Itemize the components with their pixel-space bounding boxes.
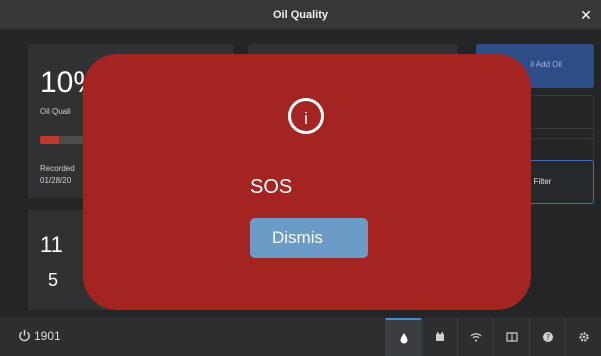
sos-dialog: i SOS Dismis bbox=[83, 54, 531, 310]
tab-manual[interactable] bbox=[493, 318, 529, 356]
fryer-icon bbox=[435, 332, 444, 341]
oil-drop-icon bbox=[400, 333, 407, 344]
manual-icon bbox=[505, 332, 518, 342]
help-icon: ? bbox=[542, 332, 553, 342]
tab-fryer[interactable] bbox=[421, 318, 457, 356]
title-bar: Oil Quality ✕ bbox=[0, 0, 601, 30]
recorded-date: 01/28/20 bbox=[40, 176, 72, 185]
wifi-icon bbox=[470, 333, 481, 342]
bottom-bar: 1901 ? bbox=[0, 318, 601, 356]
info-glyph: i bbox=[304, 109, 308, 128]
stat-value-2: 5 bbox=[48, 270, 59, 290]
bottom-tabs: ? bbox=[385, 318, 601, 356]
window-title: Oil Quality bbox=[272, 9, 328, 21]
tab-settings[interactable] bbox=[565, 318, 601, 356]
dismiss-button[interactable]: Dismis bbox=[250, 218, 368, 258]
oil-quality-label: Oil Quali bbox=[40, 107, 71, 116]
svg-text:?: ? bbox=[545, 333, 549, 342]
oil-quality-bar-fill bbox=[40, 136, 60, 144]
tab-wifi[interactable] bbox=[457, 318, 493, 356]
info-icon: i bbox=[288, 98, 324, 134]
power-icon bbox=[19, 329, 30, 342]
dialog-message: SOS bbox=[250, 176, 293, 198]
close-icon[interactable]: ✕ bbox=[578, 7, 594, 23]
settings-icon bbox=[578, 332, 589, 342]
power-status[interactable]: 1901 bbox=[18, 329, 61, 343]
add-oil-label: il Add Oil bbox=[530, 60, 562, 69]
tab-oil[interactable] bbox=[385, 318, 421, 356]
tab-help[interactable]: ? bbox=[529, 318, 565, 356]
stat-value-1: 11 bbox=[40, 232, 63, 257]
recorded-label: Recorded bbox=[40, 164, 75, 173]
power-value: 1901 bbox=[34, 329, 61, 343]
